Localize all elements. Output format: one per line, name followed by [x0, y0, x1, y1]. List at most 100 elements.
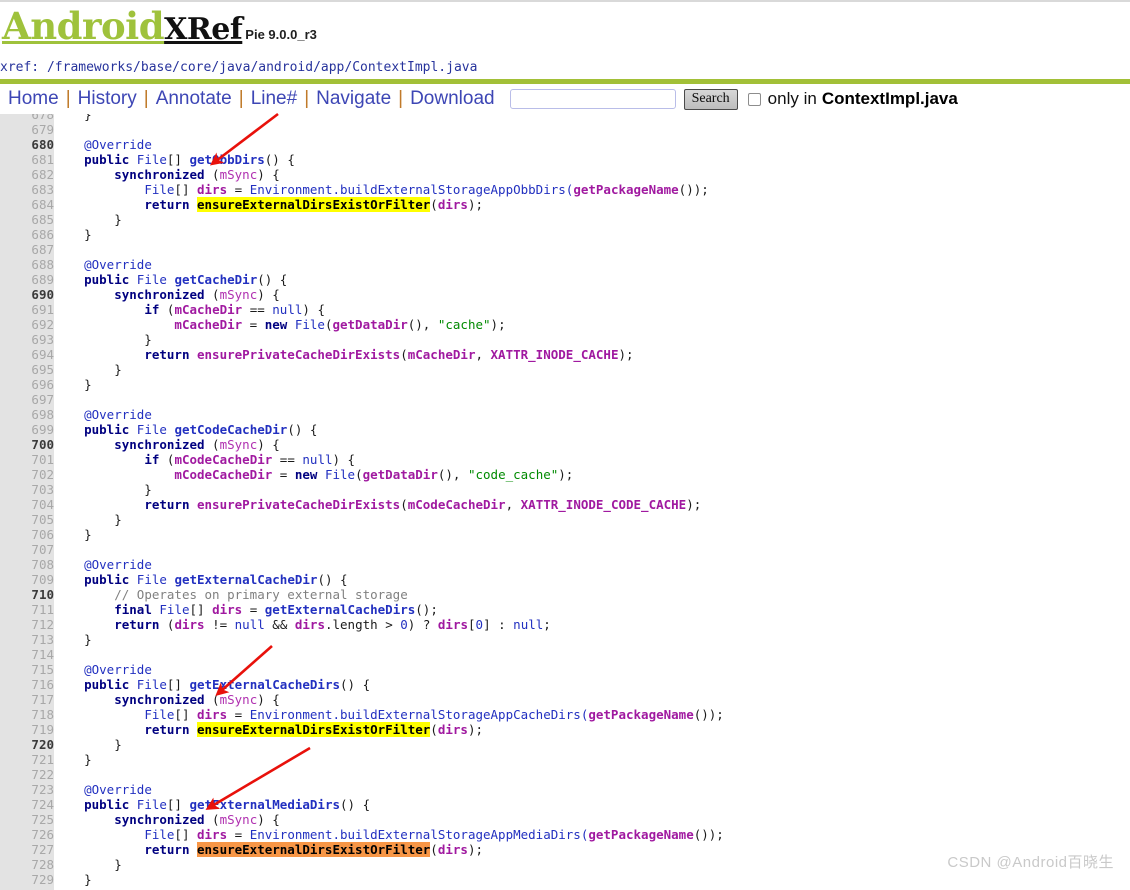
highlighted-symbol[interactable]: ensureExternalDirsExistOrFilter — [197, 722, 431, 737]
code-line-content — [54, 647, 724, 662]
line-number-705[interactable]: 705 — [0, 512, 54, 527]
line-number-727[interactable]: 727 — [0, 842, 54, 857]
line-number-696[interactable]: 696 — [0, 377, 54, 392]
code-token: ; — [543, 617, 551, 632]
line-number-706[interactable]: 706 — [0, 527, 54, 542]
line-number-726[interactable]: 726 — [0, 827, 54, 842]
line-number-708[interactable]: 708 — [0, 557, 54, 572]
line-number-695[interactable]: 695 — [0, 362, 54, 377]
line-number-704[interactable]: 704 — [0, 497, 54, 512]
code-line: 697 — [0, 392, 724, 407]
line-number-721[interactable]: 721 — [0, 752, 54, 767]
nav-separator: | — [238, 88, 244, 109]
nav-link-line-number[interactable]: Line# — [245, 87, 304, 111]
line-number-685[interactable]: 685 — [0, 212, 54, 227]
code-token: Environment — [249, 827, 333, 842]
line-number-713[interactable]: 713 — [0, 632, 54, 647]
code-line-content: return ensureExternalDirsExistOrFilter(d… — [54, 722, 724, 737]
nav-link-annotate[interactable]: Annotate — [150, 87, 238, 111]
code-token: () { — [264, 152, 295, 167]
line-number-690[interactable]: 690 — [0, 287, 54, 302]
line-number-709[interactable]: 709 — [0, 572, 54, 587]
line-number-724[interactable]: 724 — [0, 797, 54, 812]
code-token: ); — [686, 497, 702, 512]
line-number-682[interactable]: 682 — [0, 167, 54, 182]
line-number-715[interactable]: 715 — [0, 662, 54, 677]
code-token: ( — [430, 842, 438, 857]
code-token: synchronized — [114, 287, 205, 302]
code-token: } — [54, 332, 152, 347]
search-input[interactable] — [509, 89, 676, 109]
line-number-699[interactable]: 699 — [0, 422, 54, 437]
code-token: XATTR_INODE_CODE_CACHE — [520, 497, 687, 512]
code-token: mSync — [219, 692, 258, 707]
line-number-694[interactable]: 694 — [0, 347, 54, 362]
line-number-679[interactable]: 679 — [0, 122, 54, 137]
nav-link-navigate[interactable]: Navigate — [310, 87, 397, 111]
line-number-716[interactable]: 716 — [0, 677, 54, 692]
code-token: XATTR_INODE_CACHE — [490, 347, 619, 362]
code-token: dirs — [197, 827, 228, 842]
line-number-687[interactable]: 687 — [0, 242, 54, 257]
highlighted-symbol[interactable]: ensureExternalDirsExistOrFilter — [197, 197, 431, 212]
line-number-722[interactable]: 722 — [0, 767, 54, 782]
line-number-678[interactable]: 678 — [0, 114, 54, 122]
line-number-691[interactable]: 691 — [0, 302, 54, 317]
line-number-714[interactable]: 714 — [0, 647, 54, 662]
line-number-688[interactable]: 688 — [0, 257, 54, 272]
line-number-725[interactable]: 725 — [0, 812, 54, 827]
code-token: ( — [204, 287, 220, 302]
code-line-content: public File[] getObbDirs() { — [54, 152, 724, 167]
line-number-689[interactable]: 689 — [0, 272, 54, 287]
nav-link-home[interactable]: Home — [0, 87, 65, 111]
code-token: return — [144, 497, 190, 512]
line-number-710[interactable]: 710 — [0, 587, 54, 602]
code-token: dirs — [437, 617, 468, 632]
code-token: "cache" — [437, 317, 491, 332]
line-number-720[interactable]: 720 — [0, 737, 54, 752]
code-line-content: } — [54, 114, 724, 122]
line-number-692[interactable]: 692 — [0, 317, 54, 332]
code-token: ( — [430, 197, 438, 212]
nav-separator: | — [65, 88, 71, 109]
line-number-686[interactable]: 686 — [0, 227, 54, 242]
line-number-698[interactable]: 698 — [0, 407, 54, 422]
only-in-file-checkbox[interactable] — [747, 92, 761, 106]
nav-link-history[interactable]: History — [72, 87, 143, 111]
code-line-content: if (mCacheDir == null) { — [54, 302, 724, 317]
line-number-697[interactable]: 697 — [0, 392, 54, 407]
line-number-701[interactable]: 701 — [0, 452, 54, 467]
highlighted-symbol[interactable]: ensureExternalDirsExistOrFilter — [197, 842, 431, 857]
line-number-681[interactable]: 681 — [0, 152, 54, 167]
logo-xref-text[interactable]: XRef — [164, 12, 243, 47]
code-token: = — [272, 467, 295, 482]
line-number-728[interactable]: 728 — [0, 857, 54, 872]
nav-link-download[interactable]: Download — [404, 87, 501, 111]
code-token: File — [136, 272, 167, 287]
line-number-702[interactable]: 702 — [0, 467, 54, 482]
line-number-684[interactable]: 684 — [0, 197, 54, 212]
line-number-683[interactable]: 683 — [0, 182, 54, 197]
line-number-719[interactable]: 719 — [0, 722, 54, 737]
line-number-712[interactable]: 712 — [0, 617, 54, 632]
line-number-723[interactable]: 723 — [0, 782, 54, 797]
code-token: ()); — [693, 707, 724, 722]
code-token: ) ? — [407, 617, 438, 632]
line-number-718[interactable]: 718 — [0, 707, 54, 722]
line-number-700[interactable]: 700 — [0, 437, 54, 452]
line-number-703[interactable]: 703 — [0, 482, 54, 497]
line-number-729[interactable]: 729 — [0, 872, 54, 887]
line-number-717[interactable]: 717 — [0, 692, 54, 707]
search-button[interactable]: Search — [683, 88, 738, 110]
line-number-680[interactable]: 680 — [0, 137, 54, 152]
logo-android-text[interactable]: Android — [2, 4, 165, 48]
line-number-707[interactable]: 707 — [0, 542, 54, 557]
line-number-693[interactable]: 693 — [0, 332, 54, 347]
code-line-content: return ensureExternalDirsExistOrFilter(d… — [54, 197, 724, 212]
line-number-711[interactable]: 711 — [0, 602, 54, 617]
code-line: 701 if (mCodeCacheDir == null) { — [0, 452, 724, 467]
source-code-viewer[interactable]: 678 } 679 680 @Override 681 public File[] … — [0, 114, 1130, 890]
